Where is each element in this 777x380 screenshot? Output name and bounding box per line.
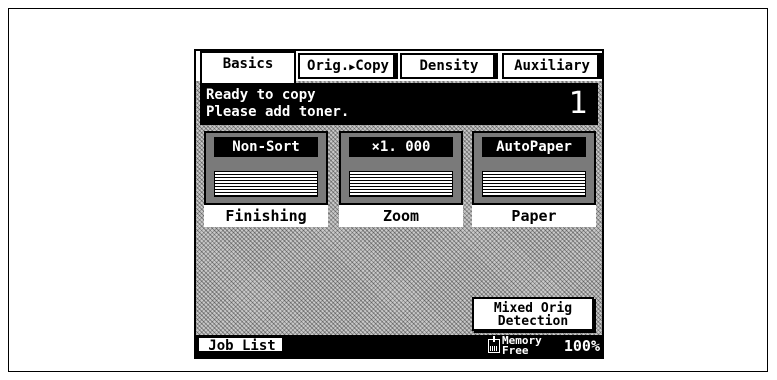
status-message-box: Ready to copy Please add toner. 1	[200, 83, 598, 125]
tab-copy-label: Copy	[355, 58, 389, 74]
tab-density[interactable]: Density	[400, 53, 498, 79]
zoom-value: ×1. 000	[349, 137, 453, 157]
finishing-button[interactable]: Non-Sort	[204, 131, 328, 205]
memory-label-line-2: Free	[502, 344, 529, 357]
finishing-label: Finishing	[204, 205, 328, 227]
zoom-label: Zoom	[339, 205, 463, 227]
zoom-group: ×1. 000 Zoom	[339, 131, 463, 227]
tab-bar: Basics Orig.▶Copy Density Auxiliary	[196, 51, 602, 83]
mixed-button-line-2: Detection	[497, 314, 569, 329]
memory-label: Memory Free	[502, 335, 562, 357]
zoom-button[interactable]: ×1. 000	[339, 131, 463, 205]
tab-density-label: Density	[419, 58, 479, 74]
finishing-value: Non-Sort	[214, 137, 318, 157]
lines-icon	[214, 171, 318, 197]
memory-icon	[488, 336, 500, 353]
tab-auxiliary[interactable]: Auxiliary	[502, 53, 602, 79]
paper-group: AutoPaper Paper	[472, 131, 596, 227]
paper-value: AutoPaper	[482, 137, 586, 157]
copy-count: 1	[568, 86, 588, 121]
memory-free-value: 100%	[563, 337, 600, 355]
copier-panel: Basics Orig.▶Copy Density Auxiliary Read…	[194, 49, 604, 359]
lines-icon	[349, 171, 453, 197]
job-list-button[interactable]: Job List	[198, 337, 286, 355]
tab-orig-label: Orig.	[307, 58, 350, 74]
mixed-orig-detection-button[interactable]: Mixed Orig Detection	[472, 297, 594, 331]
bottom-bar: Job List Memory Free 100%	[196, 335, 602, 357]
tab-basics[interactable]: Basics	[200, 51, 296, 83]
tab-basics-label: Basics	[222, 56, 274, 72]
paper-label: Paper	[472, 205, 596, 227]
tab-auxiliary-label: Auxiliary	[514, 58, 590, 74]
memory-indicator: Memory Free 100%	[460, 335, 600, 357]
lines-icon	[482, 171, 586, 197]
finishing-group: Non-Sort Finishing	[204, 131, 328, 227]
status-line-1: Ready to copy	[206, 87, 316, 103]
tab-orig-copy[interactable]: Orig.▶Copy	[298, 53, 398, 79]
status-line-2: Please add toner.	[206, 104, 350, 120]
outer-frame: Basics Orig.▶Copy Density Auxiliary Read…	[8, 8, 768, 372]
paper-button[interactable]: AutoPaper	[472, 131, 596, 205]
